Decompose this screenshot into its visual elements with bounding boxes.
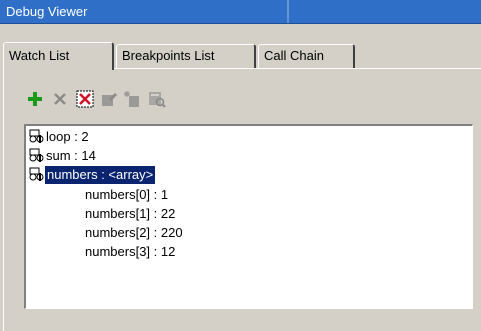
tab-call-chain[interactable]: Call Chain	[258, 44, 355, 68]
view-watch-button[interactable]	[146, 88, 168, 110]
tab-breakpoints-list[interactable]: Breakpoints List	[116, 44, 256, 68]
tab-watch-list[interactable]: Watch List	[3, 42, 114, 70]
list-item[interactable]: numbers[1] : 22	[85, 205, 175, 223]
title-bar-divider	[287, 0, 289, 23]
watch-glasses-icon	[29, 148, 44, 162]
watch-glasses-icon	[29, 129, 44, 143]
list-item[interactable]: numbers[2] : 220	[85, 224, 183, 242]
title-bar[interactable]: Debug Viewer	[0, 0, 481, 24]
delete-all-watches-button[interactable]	[74, 88, 96, 110]
list-item[interactable]: numbers[0] : 1	[85, 186, 168, 204]
debug-viewer-window: Debug Viewer Watch List Breakpoints List…	[0, 0, 481, 331]
add-watch-button[interactable]	[24, 88, 46, 110]
delete-watch-button[interactable]	[49, 88, 71, 110]
watch-glasses-icon	[29, 167, 44, 181]
edit-watch-button[interactable]	[98, 88, 120, 110]
x-box-icon	[76, 90, 94, 108]
sparkle-icon	[124, 91, 139, 107]
list-item[interactable]: numbers[3] : 12	[85, 243, 175, 261]
watch-item-label: loop : 2	[46, 129, 89, 144]
window-title: Debug Viewer	[6, 4, 88, 19]
plus-icon	[28, 92, 42, 106]
tab-strip: Watch List Breakpoints List Call Chain	[0, 28, 481, 70]
watch-tree[interactable]: loop : 2 sum : 14 numbers : <array> numb…	[24, 124, 473, 309]
close-icon[interactable]	[477, 4, 481, 18]
new-watch-button[interactable]	[121, 88, 143, 110]
watch-item-label: numbers : <array>	[45, 166, 156, 184]
x-icon	[54, 93, 66, 105]
edit-icon	[102, 93, 117, 106]
watch-item-label: sum : 14	[46, 148, 96, 163]
view-icon	[149, 92, 166, 108]
